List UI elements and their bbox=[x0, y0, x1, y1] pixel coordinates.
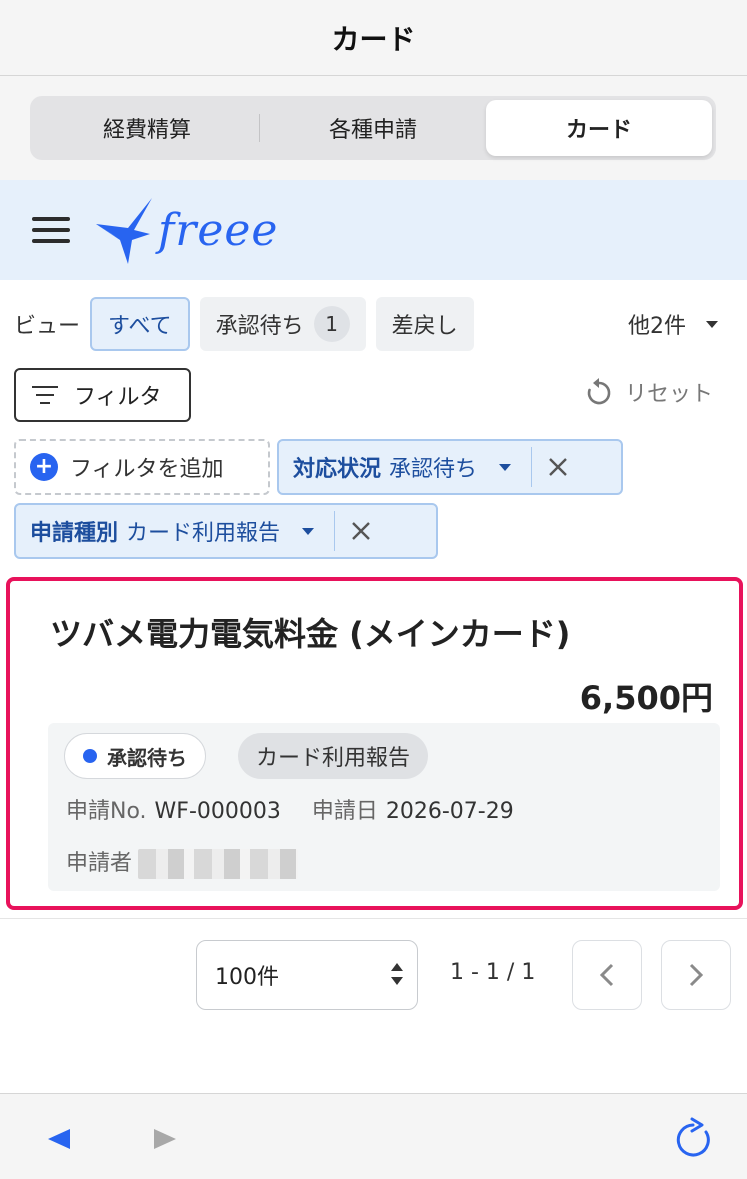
filter-tag-value: 承認待ち bbox=[389, 457, 478, 482]
filter-button-label: フィルタ bbox=[74, 385, 162, 410]
close-icon[interactable] bbox=[532, 456, 584, 478]
chevron-left-icon bbox=[599, 963, 614, 987]
add-filter-label: フィルタを追加 bbox=[70, 457, 224, 482]
application-info: 申請No. WF-000003 申請日 2026-07-29 bbox=[66, 793, 514, 825]
reset-icon bbox=[587, 378, 611, 405]
browser-toolbar bbox=[0, 1093, 747, 1179]
reset-button[interactable]: リセット bbox=[585, 376, 713, 408]
status-dot-icon bbox=[83, 749, 97, 763]
freee-logo[interactable]: freee bbox=[94, 194, 278, 266]
app-no-label: 申請No. bbox=[66, 799, 147, 824]
caret-down-icon[interactable] bbox=[499, 463, 512, 471]
view-label: ビュー bbox=[14, 314, 81, 339]
card-amount: 6,500円 bbox=[579, 679, 713, 717]
status-label: 承認待ち bbox=[107, 745, 187, 770]
card-meta: 承認待ち カード利用報告 申請No. WF-000003 申請日 2026-07-2… bbox=[48, 723, 720, 891]
logo-text: freee bbox=[158, 204, 279, 256]
more-views-label: 他2件 bbox=[628, 314, 686, 339]
view-chip-label: 差戻し bbox=[391, 314, 458, 339]
view-chip-all[interactable]: すべて bbox=[90, 297, 190, 351]
close-icon[interactable] bbox=[335, 520, 387, 542]
add-filter-button[interactable]: + フィルタを追加 bbox=[14, 439, 270, 495]
pending-count-badge: 1 bbox=[313, 306, 350, 342]
filter-tag-value: カード利用報告 bbox=[126, 521, 281, 546]
caret-down-icon bbox=[706, 320, 718, 328]
segment-expense[interactable]: 経費精算 bbox=[34, 100, 260, 156]
date-value: 2026-07-29 bbox=[385, 799, 514, 824]
view-chip-returned[interactable]: 差戻し bbox=[375, 297, 474, 351]
next-page-button[interactable] bbox=[661, 940, 731, 1010]
caret-down-icon[interactable] bbox=[302, 527, 315, 535]
more-views-dropdown[interactable]: 他2件 bbox=[628, 308, 734, 340]
filter-icon bbox=[32, 386, 58, 404]
window-title: カード bbox=[331, 22, 416, 56]
segment-requests[interactable]: 各種申請 bbox=[260, 100, 486, 156]
filter-tag-type[interactable]: 申請種別 カード利用報告 bbox=[14, 503, 438, 559]
view-chip-label: すべて bbox=[108, 314, 172, 339]
back-arrow-icon[interactable] bbox=[48, 1129, 70, 1149]
prev-page-button[interactable] bbox=[572, 940, 642, 1010]
plus-icon: + bbox=[30, 453, 58, 481]
type-badge: カード利用報告 bbox=[238, 733, 429, 779]
per-page-select[interactable]: 100件 bbox=[196, 940, 418, 1010]
card-title: ツバメ電力電気料金 (メインカード) bbox=[50, 615, 571, 653]
window-title-bar: カード bbox=[0, 0, 747, 76]
segment-card[interactable]: カード bbox=[486, 100, 712, 156]
applicant-info: 申請者 bbox=[66, 845, 299, 879]
filter-button[interactable]: フィルタ bbox=[14, 368, 191, 422]
per-page-value: 100件 bbox=[215, 965, 279, 990]
chevron-right-icon bbox=[689, 963, 704, 987]
date-label: 申請日 bbox=[311, 799, 378, 824]
applicant-label: 申請者 bbox=[66, 851, 133, 876]
filter-tag-name: 申請種別 bbox=[30, 521, 119, 546]
segmented-control: 経費精算 各種申請 カード bbox=[30, 96, 716, 160]
view-selector: ビュー すべて 承認待ち 1 差戻し 他2件 bbox=[14, 296, 734, 352]
list-separator bbox=[0, 918, 747, 919]
app-header: freee bbox=[0, 180, 747, 280]
filter-tag-status[interactable]: 対応状況 承認待ち bbox=[277, 439, 623, 495]
page-range: 1 - 1 / 1 bbox=[450, 960, 536, 985]
applicant-name-redacted bbox=[138, 849, 299, 879]
reload-icon[interactable] bbox=[672, 1116, 714, 1162]
view-chip-label: 承認待ち bbox=[215, 314, 304, 339]
reset-label: リセット bbox=[624, 382, 713, 407]
forward-arrow-icon[interactable] bbox=[154, 1129, 176, 1149]
hamburger-menu-icon[interactable] bbox=[32, 217, 70, 243]
view-chip-pending[interactable]: 承認待ち 1 bbox=[199, 297, 366, 351]
segment-area: 経費精算 各種申請 カード bbox=[0, 76, 747, 180]
select-stepper-icon bbox=[391, 963, 403, 989]
app-no-value: WF-000003 bbox=[154, 799, 281, 824]
swallow-logo-icon bbox=[96, 198, 152, 264]
status-badge: 承認待ち bbox=[64, 733, 206, 779]
filter-tag-name: 対応状況 bbox=[293, 457, 382, 482]
request-card[interactable]: ツバメ電力電気料金 (メインカード) 6,500円 承認待ち カード利用報告 申… bbox=[6, 577, 743, 910]
